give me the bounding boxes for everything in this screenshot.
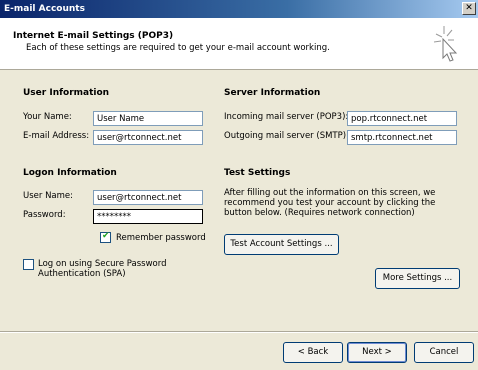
remember-password-checkbox[interactable] [100,231,111,243]
outgoing-server-input[interactable] [347,130,457,145]
next-button[interactable]: Next > [347,342,407,363]
password-input[interactable] [93,209,203,224]
server-info-heading: Server Information [224,88,321,98]
remember-password-label: Remember password [116,233,206,243]
user-info-heading: User Information [23,88,110,98]
test-account-settings-button[interactable]: Test Account Settings ... [224,234,339,255]
header-title: Internet E-mail Settings (POP3) [13,31,174,41]
more-settings-button[interactable]: More Settings ... [375,268,460,289]
user-name-input[interactable] [93,190,203,205]
dialog-body: User Information Your Name: E-mail Addre… [0,71,478,331]
incoming-server-input[interactable] [347,111,457,126]
cursor-sparkle-icon [433,26,458,62]
your-name-input[interactable] [93,111,203,126]
spa-label-line1: Log on using Secure Password [38,259,167,269]
test-note-line1: After filling out the information on thi… [224,188,436,198]
logon-info-heading: Logon Information [23,168,117,178]
user-name-label: User Name: [23,191,74,201]
dialog-header: Internet E-mail Settings (POP3) Each of … [0,18,478,70]
your-name-label: Your Name: [23,112,72,122]
email-address-input[interactable] [93,130,203,145]
email-address-label: E-mail Address: [23,131,90,141]
test-note-line3: button below. (Requires network connecti… [224,208,415,218]
outgoing-server-label: Outgoing mail server (SMTP): [224,131,349,141]
spa-label-line2: Authentication (SPA) [38,269,126,279]
test-settings-heading: Test Settings [224,168,291,178]
header-subtitle: Each of these settings are required to g… [26,43,330,53]
incoming-server-label: Incoming mail server (POP3): [224,112,349,122]
password-label: Password: [23,210,66,220]
close-icon[interactable]: ✕ [462,2,476,15]
title-bar: E-mail Accounts ✕ [0,0,478,18]
spa-checkbox[interactable] [23,259,34,270]
window-title: E-mail Accounts [4,4,85,14]
back-button[interactable]: < Back [283,342,343,363]
footer-separator [0,331,478,333]
test-note-line2: recommend you test your account by click… [224,198,436,208]
cancel-button[interactable]: Cancel [414,342,474,363]
